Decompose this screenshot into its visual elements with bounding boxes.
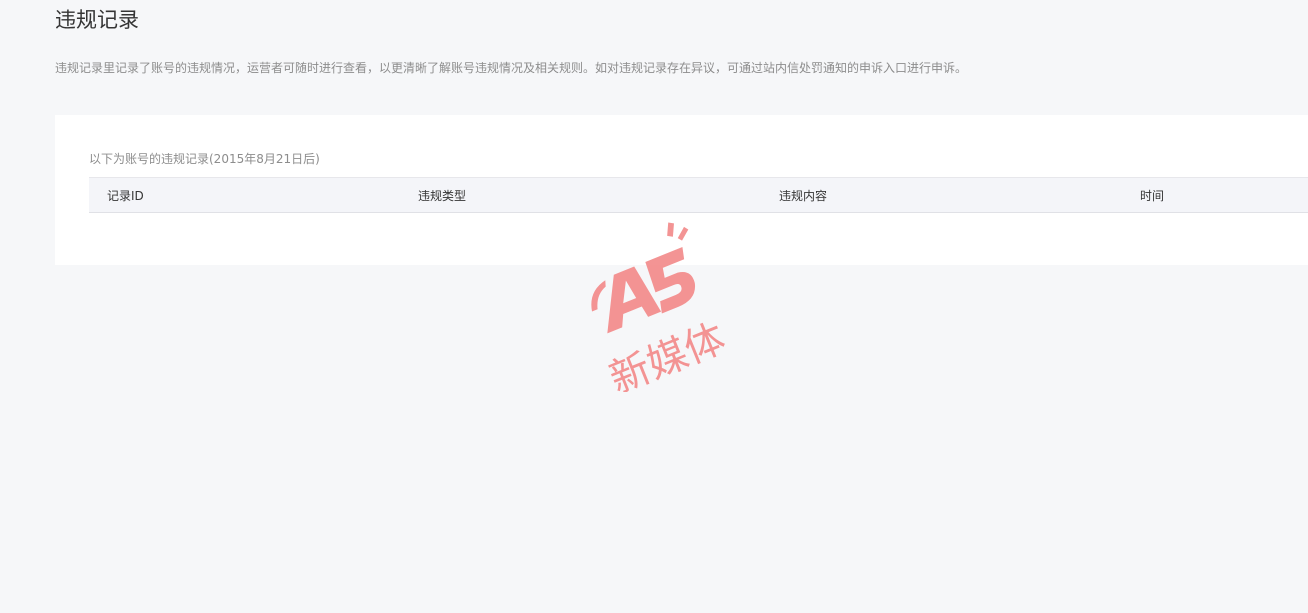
column-header-time: 时间	[1140, 177, 1308, 213]
column-header-violation-content: 违规内容	[779, 177, 1140, 213]
page-description: 违规记录里记录了账号的违规情况，运营者可随时进行查看，以更清晰了解账号违规情况及…	[55, 61, 968, 75]
records-table: 记录ID 违规类型 违规内容 时间	[89, 177, 1308, 213]
violation-records-page: 违规记录 违规记录里记录了账号的违规情况，运营者可随时进行查看，以更清晰了解账号…	[0, 0, 1308, 613]
page-title: 违规记录	[55, 8, 139, 32]
watermark-text: 新媒体	[603, 315, 731, 392]
column-header-record-id: 记录ID	[89, 177, 418, 213]
records-card: 以下为账号的违规记录(2015年8月21日后) 记录ID 违规类型 违规内容 时…	[55, 115, 1308, 265]
column-header-violation-type: 违规类型	[418, 177, 779, 213]
records-caption: 以下为账号的违规记录(2015年8月21日后)	[89, 152, 320, 166]
table-header-row: 记录ID 违规类型 违规内容 时间	[89, 177, 1308, 213]
